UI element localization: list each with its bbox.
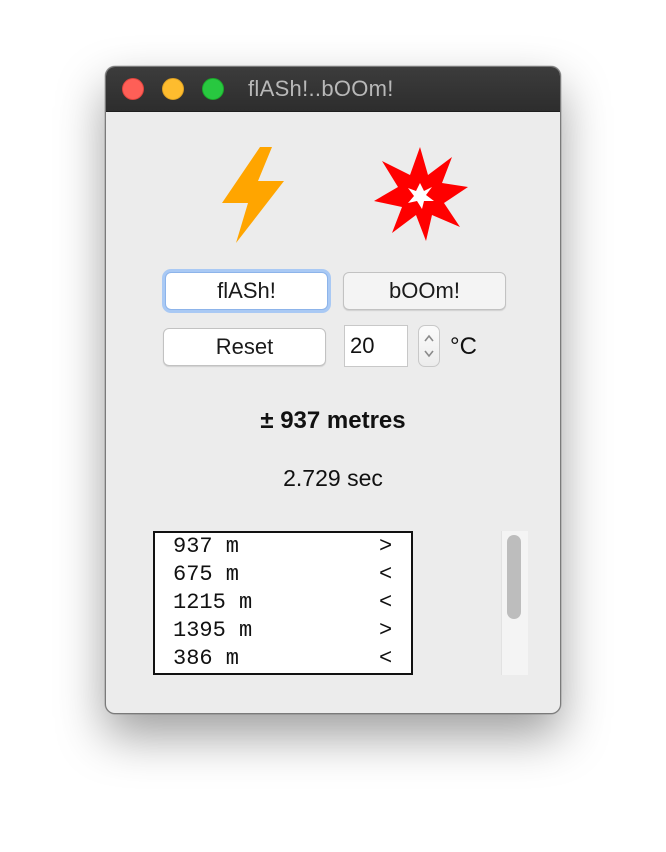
stepper-arrows-icon [424,334,434,358]
temperature-stepper[interactable] [418,325,440,367]
log-direction: < [379,562,393,587]
temperature-unit: °C [450,333,477,360]
lightning-bolt-icon [222,147,284,243]
distance-result: ± 937 metres [260,407,406,434]
reset-button[interactable]: Reset [163,328,326,366]
log-row: 386 m < [155,645,411,673]
explosion-icon [374,147,468,241]
window-title: flASh!..bOOm! [248,76,394,101]
scrollbar-thumb[interactable] [507,535,521,619]
log-row: 1215 m < [155,589,411,617]
log-scrollbar[interactable] [501,531,528,675]
log-distance: 937 m [173,534,240,559]
app-window: flASh!..bOOm! flASh! bOOm! Reset 20 °C ±… [105,66,561,714]
time-result: 2.729 sec [283,465,383,491]
title-bar[interactable]: flASh!..bOOm! [106,67,560,112]
temperature-input[interactable]: 20 [344,325,408,367]
close-window-button[interactable] [122,78,144,100]
log-direction: < [379,590,393,615]
log-distance: 1395 m [173,618,253,643]
zoom-window-button[interactable] [202,78,224,100]
log-row: 1395 m > [155,617,411,645]
log-direction: < [379,646,393,671]
log-distance: 1215 m [173,590,253,615]
log-direction: > [379,534,393,559]
log-direction: > [379,618,393,643]
boom-button[interactable]: bOOm! [343,272,506,310]
log-distance: 675 m [173,562,240,587]
flash-button[interactable]: flASh! [165,272,328,310]
log-row: 937 m > [155,533,411,561]
log-distance: 386 m [173,646,240,671]
measurement-log[interactable]: 937 m > 675 m < 1215 m < 1395 m > 386 m … [153,531,413,675]
log-row: 675 m < [155,561,411,589]
minimize-window-button[interactable] [162,78,184,100]
